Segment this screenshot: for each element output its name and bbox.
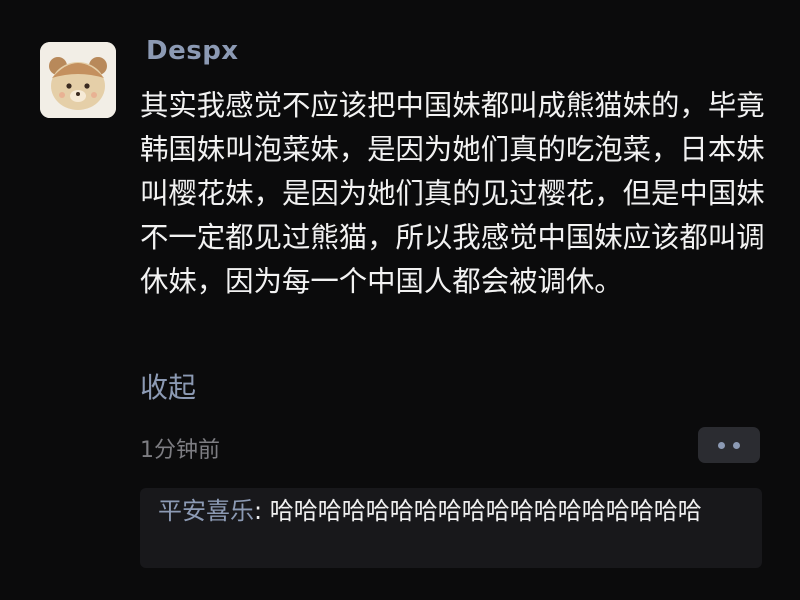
bear-avatar-icon	[40, 42, 116, 118]
comment-username[interactable]: 平安喜乐	[158, 497, 254, 525]
comment-separator: :	[254, 497, 270, 525]
comment-item[interactable]: 平安喜乐: 哈哈哈哈哈哈哈哈哈哈哈哈哈哈哈哈哈哈	[140, 488, 762, 568]
avatar[interactable]	[40, 42, 116, 118]
more-dots-icon	[718, 441, 725, 449]
more-options-button[interactable]	[698, 427, 760, 463]
collapse-button[interactable]: 收起	[140, 366, 196, 406]
username[interactable]: Despx	[146, 36, 239, 66]
post-page: Despx 其实我感觉不应该把中国妹都叫成熊猫妹的，毕竟韩国妹叫泡菜妹，是因为她…	[0, 0, 800, 600]
comment-text: 哈哈哈哈哈哈哈哈哈哈哈哈哈哈哈哈哈哈	[269, 497, 702, 525]
post-content: 其实我感觉不应该把中国妹都叫成熊猫妹的，毕竟韩国妹叫泡菜妹，是因为她们真的吃泡菜…	[140, 89, 765, 298]
post-time: 1分钟前	[140, 438, 220, 463]
more-dots-icon-2	[733, 441, 740, 449]
